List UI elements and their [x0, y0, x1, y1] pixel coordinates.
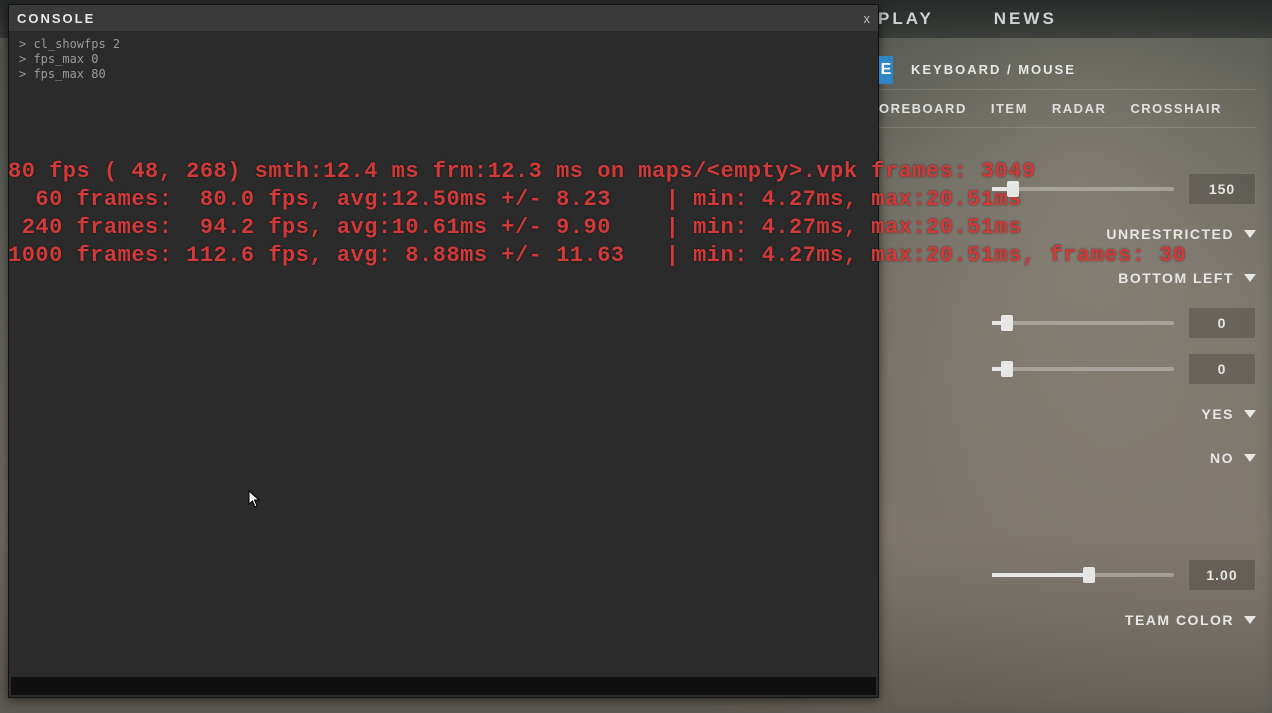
dropdown-label: BOTTOM LEFT: [1118, 270, 1234, 286]
setting-row: 0: [879, 346, 1256, 392]
input-device-tabs: E KEYBOARD / MOUSE: [879, 50, 1256, 90]
chevron-down-icon: [1244, 230, 1256, 238]
console-log-line: fps_max 80: [19, 67, 868, 82]
dropdown-label: YES: [1201, 406, 1234, 422]
chevron-down-icon: [1244, 274, 1256, 282]
setting-row: YES: [879, 392, 1256, 436]
dropdown-label: NO: [1210, 450, 1234, 466]
tab-scoreboard[interactable]: OREBOARD: [879, 101, 967, 116]
setting-row: NO: [879, 436, 1256, 480]
dropdown-label: UNRESTRICTED: [1106, 226, 1234, 242]
slider[interactable]: [992, 321, 1174, 325]
tab-item[interactable]: ITEM: [991, 101, 1028, 116]
console-window: CONSOLE x cl_showfps 2 fps_max 0 fps_max…: [8, 4, 879, 698]
tab-radar[interactable]: RADAR: [1052, 101, 1106, 116]
slider[interactable]: [992, 187, 1174, 191]
dropdown-team-color[interactable]: TEAM COLOR: [1125, 612, 1256, 628]
nav-play[interactable]: PLAY: [878, 9, 934, 29]
value-box[interactable]: 0: [1188, 353, 1256, 385]
setting-row: 0: [879, 300, 1256, 346]
setting-row: 150: [879, 166, 1256, 212]
tab-keyboard-mouse[interactable]: KEYBOARD / MOUSE: [911, 62, 1076, 77]
console-input[interactable]: [11, 677, 876, 695]
close-icon[interactable]: x: [864, 11, 871, 26]
setting-row: UNRESTRICTED: [879, 212, 1256, 256]
dropdown-no[interactable]: NO: [1210, 450, 1256, 466]
settings-panel: E KEYBOARD / MOUSE OREBOARD ITEM RADAR C…: [879, 38, 1272, 713]
dropdown-position[interactable]: BOTTOM LEFT: [1118, 270, 1256, 286]
setting-row: TEAM COLOR: [879, 598, 1256, 642]
slider[interactable]: [992, 573, 1174, 577]
value-box[interactable]: 1.00: [1188, 559, 1256, 591]
dropdown-label: TEAM COLOR: [1125, 612, 1234, 628]
console-log: cl_showfps 2 fps_max 0 fps_max 80: [9, 31, 878, 86]
slider[interactable]: [992, 367, 1174, 371]
setting-row: BOTTOM LEFT: [879, 256, 1256, 300]
settings-subtabs: OREBOARD ITEM RADAR CROSSHAIR: [879, 90, 1256, 128]
value-box[interactable]: 150: [1188, 173, 1256, 205]
nav-news[interactable]: NEWS: [994, 9, 1057, 29]
console-log-line: cl_showfps 2: [19, 37, 868, 52]
console-title-text: CONSOLE: [17, 11, 95, 26]
setting-row: 1.00: [879, 552, 1256, 598]
console-body[interactable]: [9, 86, 878, 677]
tab-crosshair[interactable]: CROSSHAIR: [1130, 101, 1222, 116]
console-log-line: fps_max 0: [19, 52, 868, 67]
value-box[interactable]: 0: [1188, 307, 1256, 339]
dropdown-yes[interactable]: YES: [1201, 406, 1256, 422]
chevron-down-icon: [1244, 410, 1256, 418]
chevron-down-icon: [1244, 616, 1256, 624]
chevron-down-icon: [1244, 454, 1256, 462]
dropdown-unrestricted[interactable]: UNRESTRICTED: [1106, 226, 1256, 242]
input-tab-segment[interactable]: E: [879, 56, 893, 84]
console-titlebar[interactable]: CONSOLE x: [9, 5, 878, 31]
